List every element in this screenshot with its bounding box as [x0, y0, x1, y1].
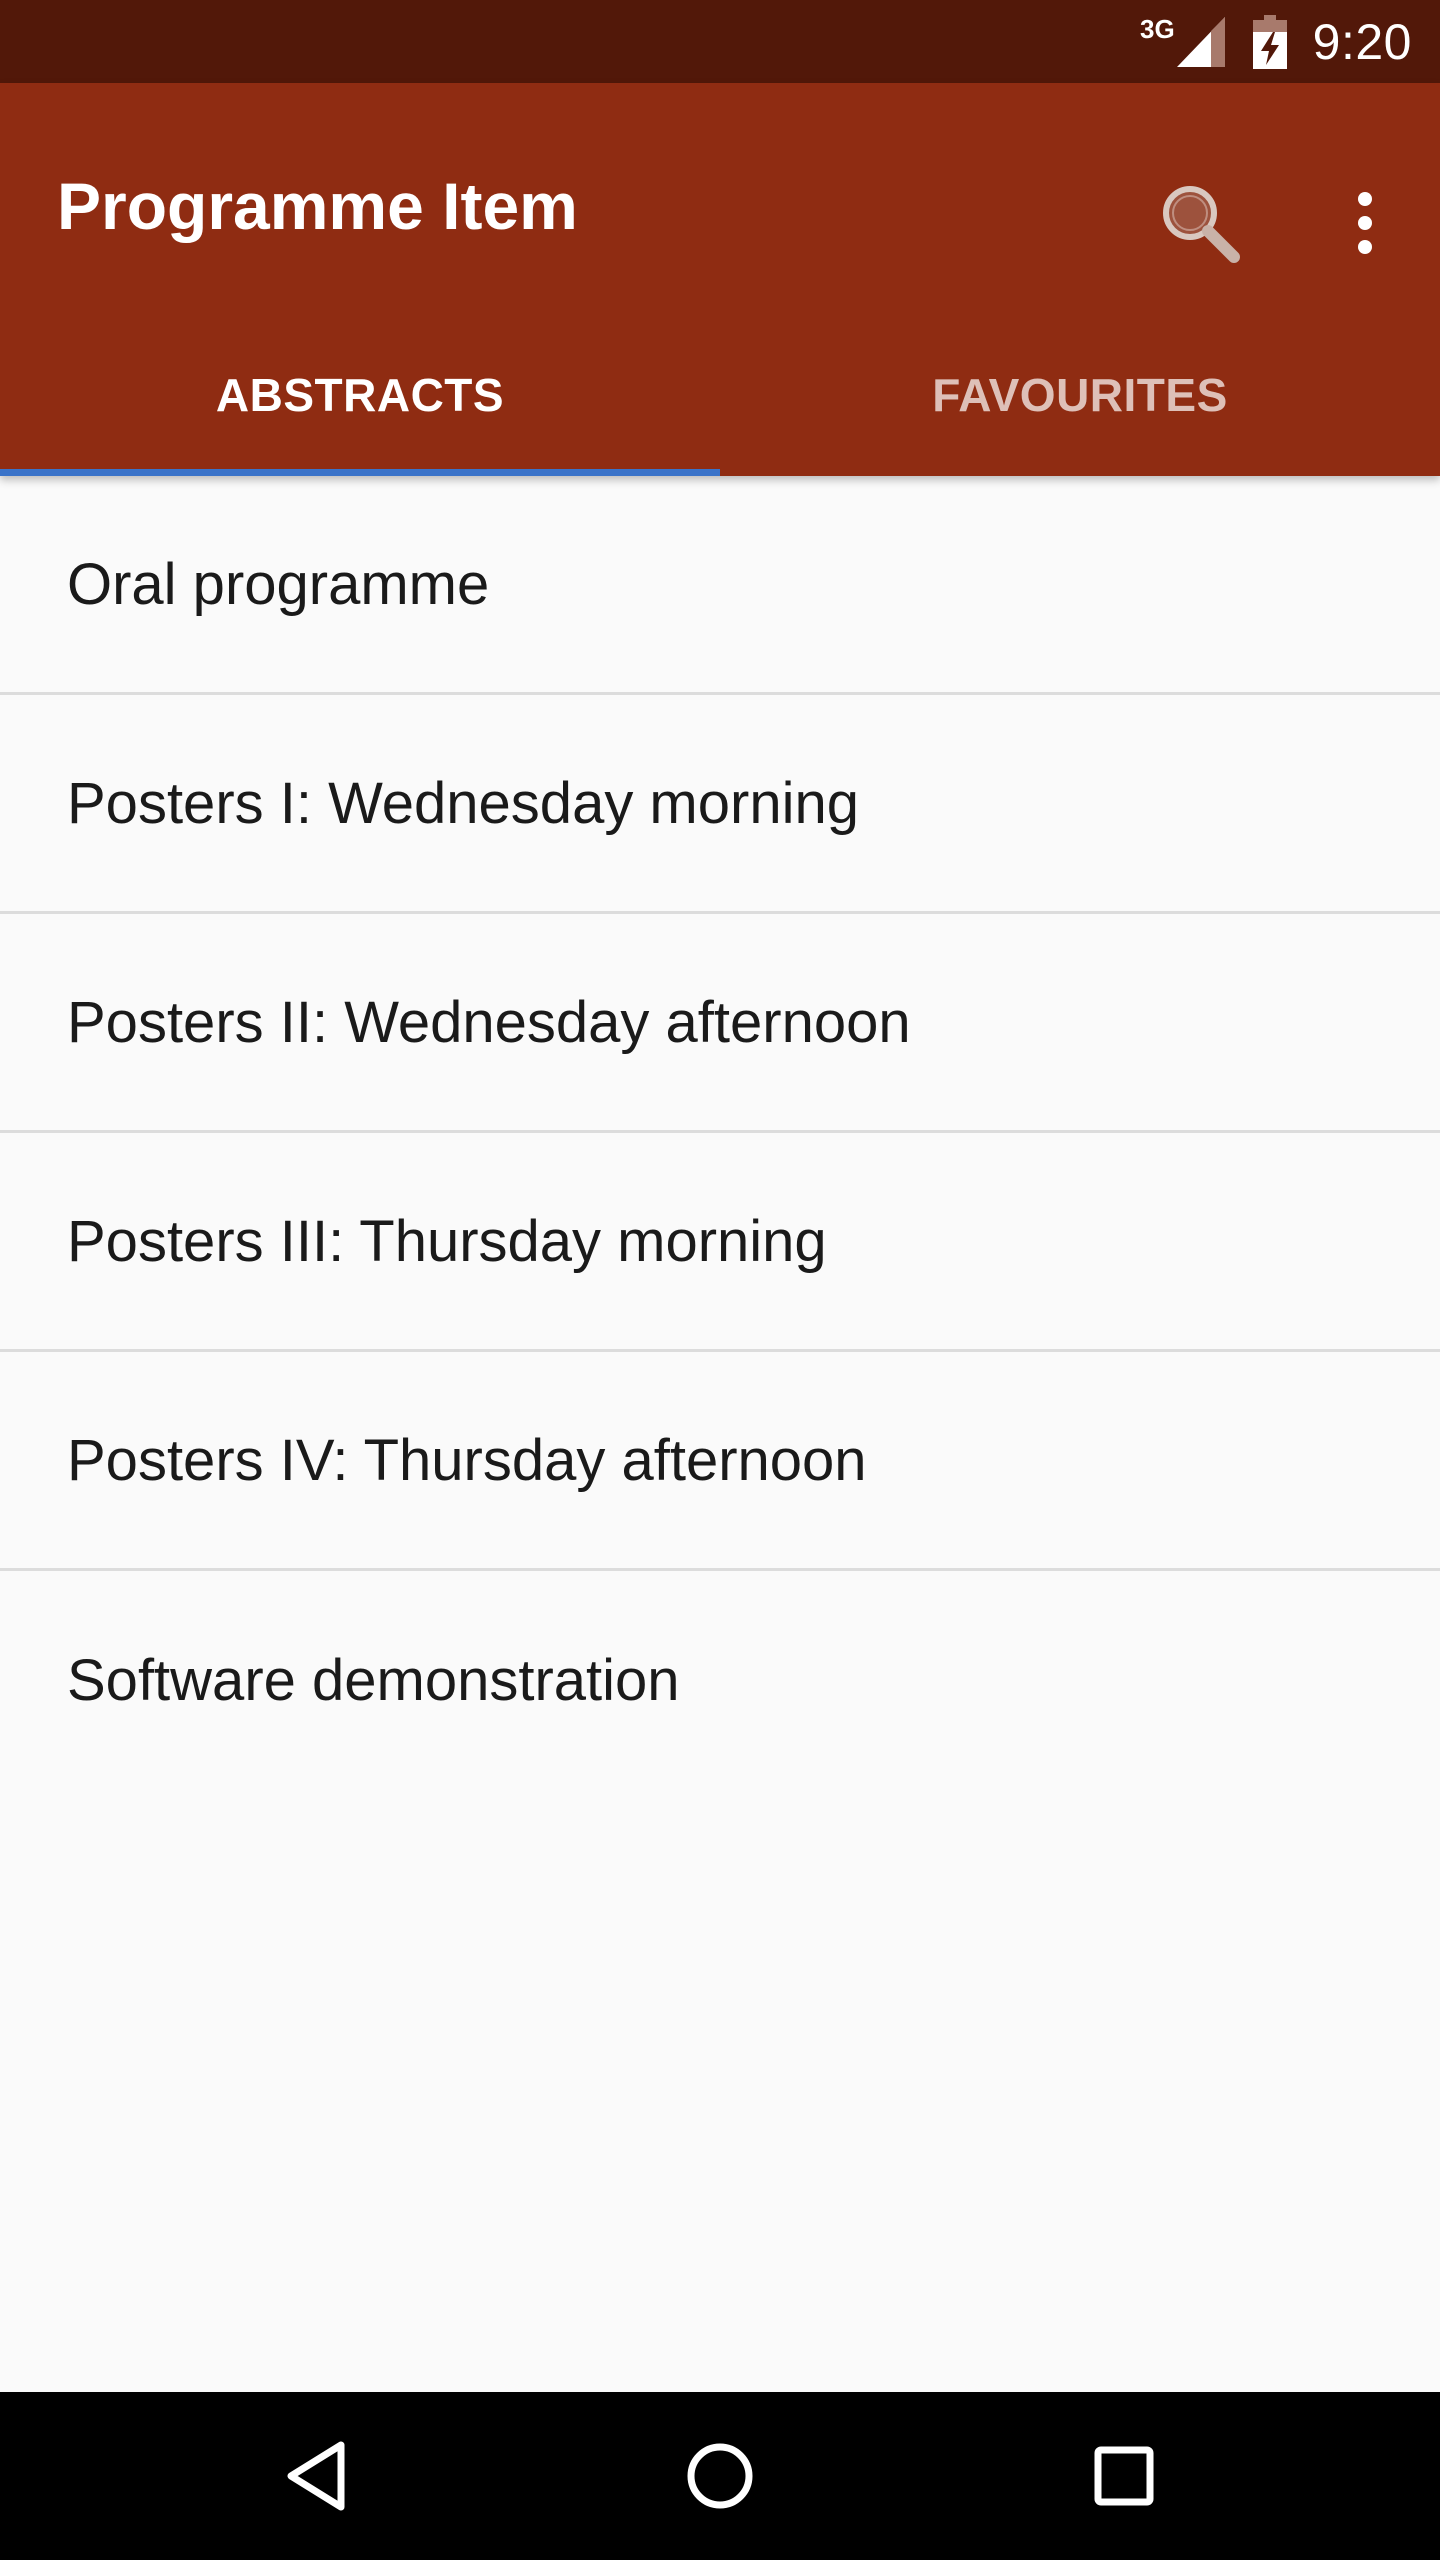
- search-icon: [1163, 186, 1240, 263]
- list-item-label: Oral programme: [67, 551, 490, 617]
- list-item-posters-i[interactable]: Posters I: Wednesday morning: [0, 695, 1440, 914]
- app-bar: Programme Item ABSTRACTS FAVOURITES: [0, 83, 1440, 476]
- more-vert-icon: [1358, 192, 1372, 254]
- list-item-label: Software demonstration: [67, 1648, 680, 1713]
- status-clock: 9:20: [1312, 13, 1412, 70]
- home-icon: [687, 2443, 753, 2509]
- recents-icon: [1094, 2446, 1154, 2506]
- battery-charging-icon: [1252, 14, 1287, 69]
- page-title: Programme Item: [57, 169, 578, 243]
- tab-favourites[interactable]: FAVOURITES: [720, 313, 1440, 476]
- signal-icon: [1176, 16, 1225, 67]
- screen: 3G 9:20 Programme Item ABSTRACTS FAVOURI…: [0, 0, 1440, 2560]
- list-item-posters-iv[interactable]: Posters IV: Thursday afternoon: [0, 1352, 1440, 1571]
- list-item-oral-programme[interactable]: Oral programme: [0, 476, 1440, 695]
- list-item-posters-ii[interactable]: Posters II: Wednesday afternoon: [0, 914, 1440, 1133]
- back-icon: [287, 2441, 345, 2511]
- tab-abstracts-label: ABSTRACTS: [215, 368, 505, 421]
- more-options-button[interactable]: [1305, 163, 1425, 283]
- tab-favourites-label: FAVOURITES: [932, 368, 1228, 421]
- list-item-software-demonstration[interactable]: Software demonstration: [0, 1571, 1440, 1790]
- back-button[interactable]: [236, 2392, 396, 2560]
- status-icons: 3G 9:20: [1140, 0, 1412, 83]
- status-bar: 3G 9:20: [0, 0, 1440, 83]
- recents-button[interactable]: [1044, 2392, 1204, 2560]
- tab-bar: ABSTRACTS FAVOURITES: [0, 313, 1440, 476]
- network-type-label: 3G: [1139, 14, 1175, 44]
- navigation-bar: [0, 2392, 1440, 2560]
- list-item-posters-iii[interactable]: Posters III: Thursday morning: [0, 1133, 1440, 1352]
- list-item-label: Posters III: Thursday morning: [67, 1208, 827, 1274]
- list-item-label: Posters II: Wednesday afternoon: [67, 989, 911, 1055]
- search-button[interactable]: [1140, 163, 1260, 283]
- home-button[interactable]: [640, 2392, 800, 2560]
- list-item-label: Posters IV: Thursday afternoon: [67, 1427, 867, 1493]
- tab-indicator: [0, 469, 720, 476]
- tab-abstracts[interactable]: ABSTRACTS: [0, 313, 720, 476]
- programme-list: Oral programme Posters I: Wednesday morn…: [0, 476, 1440, 1790]
- list-item-label: Posters I: Wednesday morning: [67, 770, 859, 836]
